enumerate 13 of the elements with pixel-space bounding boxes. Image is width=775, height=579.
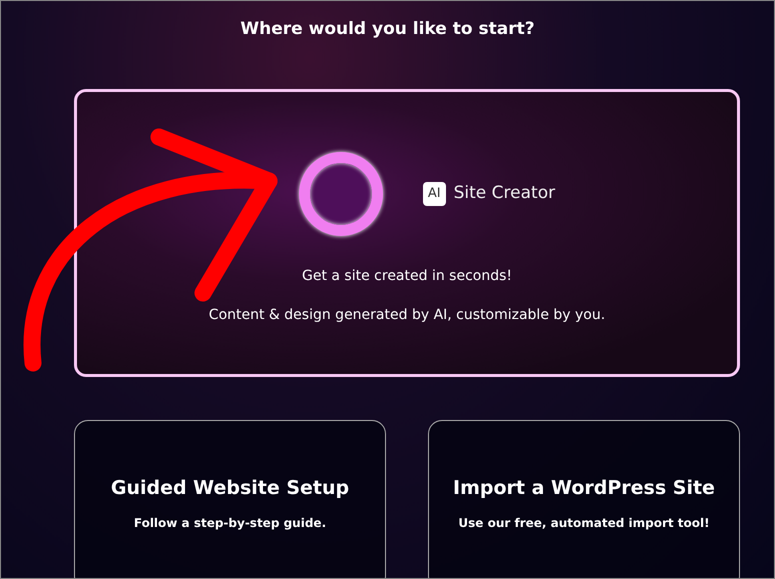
option-card[interactable]: Guided Website Setup Follow a step-by-step guide. — [74, 420, 386, 578]
option-title: Guided Website Setup — [110, 477, 350, 500]
option-subtitle: Follow a step-by-step guide. — [134, 514, 326, 532]
option-subtitle: Use our free, automated import tool! — [458, 514, 710, 532]
option-card[interactable]: Import a WordPress Site Use our free, automated import tool! — [428, 420, 740, 578]
page-heading: Where would you like to start? — [239, 18, 536, 41]
product-name: Site Creator — [454, 182, 556, 206]
site-creator-card[interactable]: AI Site Creator Get a site created in seconds! Content & design generated by AI, customizable by you. — [74, 89, 740, 377]
ring-icon — [298, 152, 383, 236]
description: Content & design generated by AI, customizable by you. — [208, 306, 606, 325]
ai-label: AI — [422, 182, 446, 206]
option-title: Import a WordPress Site — [453, 477, 715, 500]
tagline: Get a site created in seconds! — [302, 267, 512, 286]
